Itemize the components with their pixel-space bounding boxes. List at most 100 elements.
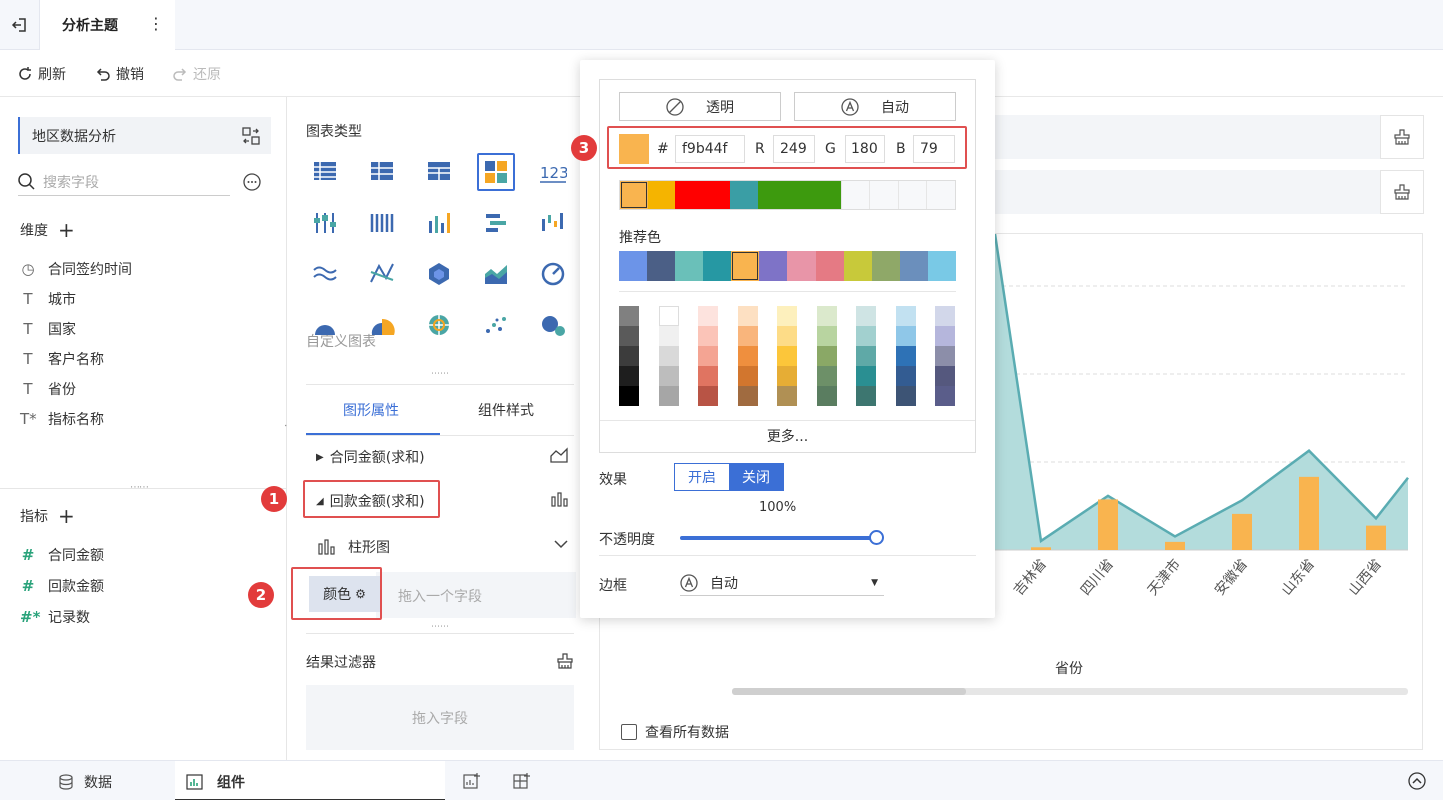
line-chart-icon[interactable] [306,255,344,293]
add-component-icon[interactable] [463,772,481,790]
recent-color-swatch[interactable] [675,181,703,209]
palette-color-swatch[interactable] [698,366,718,386]
palette-color-swatch[interactable] [777,306,797,326]
series-payment-row[interactable]: ◢ 回款金额(求和) [316,491,425,511]
bar[interactable] [1031,547,1051,550]
recommended-color-swatch[interactable] [815,251,844,281]
chevron-down-icon[interactable] [554,539,568,549]
palette-color-swatch[interactable] [856,386,876,406]
palette-color-swatch[interactable] [698,386,718,406]
palette-color-swatch[interactable] [737,326,758,346]
bar-chart-icon[interactable] [477,204,515,242]
more-options-icon[interactable] [243,173,261,191]
component-tab[interactable]: 组件 [175,761,445,800]
border-select[interactable]: 自动 ▼ [680,570,884,596]
recommended-color-swatch[interactable] [899,251,928,281]
recommended-color-swatch[interactable] [759,251,788,281]
bar[interactable] [1165,541,1185,550]
transparent-button[interactable]: 透明 [619,92,781,121]
palette-color-swatch[interactable] [895,366,916,386]
palette-color-swatch[interactable] [895,326,916,346]
search-field[interactable]: 搜索字段 [18,168,230,196]
table-icon[interactable] [306,153,344,191]
recent-color-swatch[interactable] [926,181,955,209]
palette-color-swatch[interactable] [619,386,639,406]
recommended-color-swatch[interactable] [927,251,956,281]
recent-color-swatch[interactable] [647,181,676,209]
recent-color-swatch[interactable] [813,181,841,209]
measure-field[interactable]: # 回款金额 [20,576,104,596]
palette-color-swatch[interactable] [935,306,955,326]
palette-color-swatch[interactable] [698,306,718,326]
bar[interactable] [1232,513,1252,550]
dimension-field[interactable]: T 省份 [20,379,76,399]
palette-color-swatch[interactable] [816,326,837,346]
opacity-slider[interactable] [680,530,884,545]
dimension-field[interactable]: T* 指标名称 [20,409,104,429]
recent-color-swatch[interactable] [897,181,927,209]
recent-color-swatch[interactable] [785,181,814,209]
add-dashboard-icon[interactable] [513,772,531,790]
area-chart-icon[interactable] [477,255,515,293]
palette-color-swatch[interactable] [935,326,955,346]
add-measure-icon[interactable]: + [58,506,75,526]
view-all-data[interactable]: 查看所有数据 [621,722,729,742]
palette-color-swatch[interactable] [658,366,679,386]
pie-chart-icon[interactable] [306,306,344,344]
add-dimension-icon[interactable]: + [58,220,75,240]
recent-color-swatch[interactable] [757,181,786,209]
palette-color-swatch[interactable] [658,386,679,406]
scatter-icon[interactable] [477,306,515,344]
series-contract-row[interactable]: ▶ 合同金额(求和) [316,447,425,467]
hex-input[interactable]: f9b44f [675,135,745,163]
recommended-color-swatch[interactable] [647,251,676,281]
palette-color-swatch[interactable] [816,366,837,386]
resize-handle-icon[interactable]: ⋯⋯ [431,369,449,379]
recommended-color-swatch[interactable] [787,251,816,281]
palette-color-swatch[interactable] [619,366,639,386]
undo-button[interactable]: 撤销 [95,64,144,84]
measure-field[interactable]: # 合同金额 [20,545,104,565]
b-input[interactable]: 79 [913,135,955,163]
recent-color-swatch[interactable] [620,181,648,209]
custom-chart-icon[interactable] [477,153,515,191]
palette-color-swatch[interactable] [895,346,916,366]
effect-on-button[interactable]: 开启 [675,464,729,490]
palette-color-swatch[interactable] [619,326,639,346]
palette-color-swatch[interactable] [777,326,797,346]
recommended-color-swatch[interactable] [731,251,760,281]
detail-table-icon[interactable] [420,153,458,191]
more-colors-link[interactable]: 更多... [600,426,975,446]
palette-color-swatch[interactable] [935,366,955,386]
palette-color-swatch[interactable] [895,386,916,406]
recommended-color-swatch[interactable] [619,251,648,281]
recent-color-swatch[interactable] [702,181,731,209]
rose-chart-icon[interactable] [363,306,401,344]
palette-color-swatch[interactable] [658,346,679,366]
palette-color-swatch[interactable] [816,386,837,406]
dataset-selector[interactable]: 地区数据分析 [18,117,271,154]
recommended-color-swatch[interactable] [871,251,900,281]
bar[interactable] [1098,499,1118,550]
bar[interactable] [1299,476,1319,550]
area-chart-icon[interactable] [550,447,568,463]
data-tab[interactable]: 数据 [58,772,112,792]
palette-color-swatch[interactable] [935,346,955,366]
palette-color-swatch[interactable] [856,346,876,366]
hexagon-chart-icon[interactable] [420,255,458,293]
palette-color-swatch[interactable] [856,306,876,326]
palette-color-swatch[interactable] [856,366,876,386]
palette-color-swatch[interactable] [856,326,876,346]
tab-shape-properties[interactable]: 图形属性 [343,400,399,420]
checkbox-icon[interactable] [621,724,637,740]
bar-grid-icon[interactable] [363,204,401,242]
color-button[interactable]: 颜色 ⚙ [309,576,380,612]
filter-icon[interactable] [556,653,574,669]
tab-component-style[interactable]: 组件样式 [478,400,534,420]
dimension-field[interactable]: T 客户名称 [20,349,104,369]
refresh-button[interactable]: 刷新 [17,64,66,84]
palette-color-swatch[interactable] [777,366,797,386]
palette-color-swatch[interactable] [619,306,639,326]
palette-color-swatch[interactable] [737,366,758,386]
filter-drop-area[interactable]: 拖入字段 [306,685,574,750]
